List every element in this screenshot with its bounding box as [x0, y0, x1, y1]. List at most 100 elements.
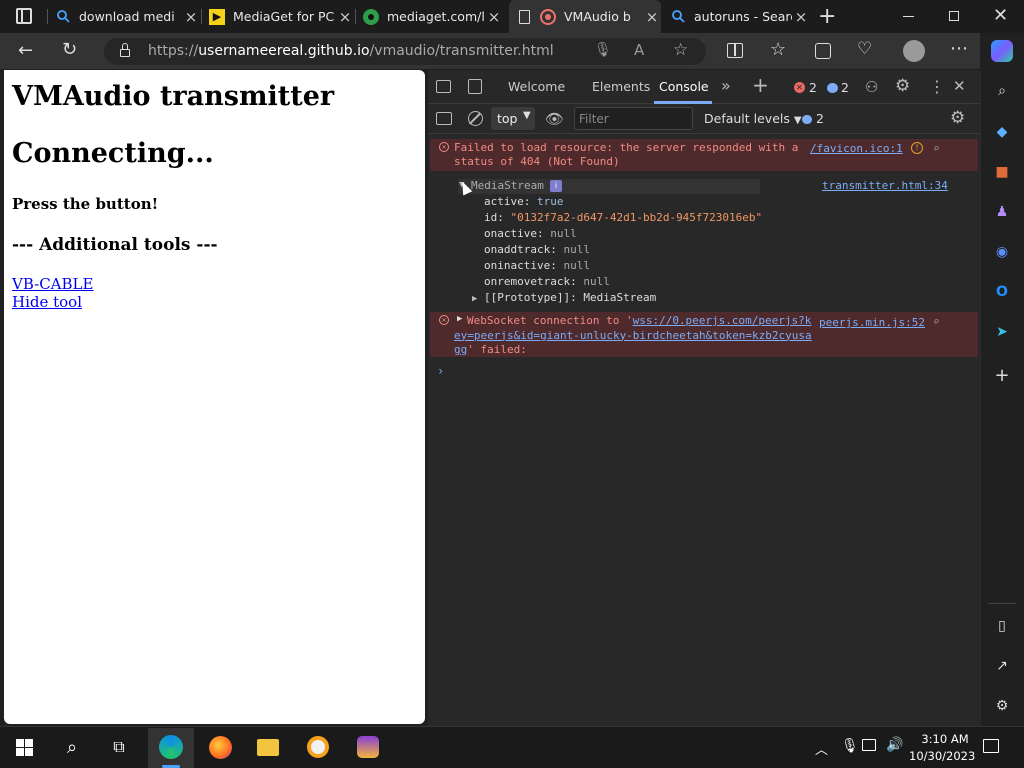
close-icon[interactable]: × — [336, 8, 354, 26]
firefox-icon[interactable] — [206, 733, 234, 761]
search-icon — [670, 9, 686, 25]
console-settings-gear-icon[interactable]: ⚙ — [950, 108, 965, 128]
microphone-icon[interactable]: 🎙 — [594, 42, 612, 58]
tab-console[interactable]: Console — [659, 79, 709, 94]
connected-icon[interactable]: ⚇ — [865, 78, 878, 96]
microsoft365-icon[interactable]: ◉ — [991, 241, 1013, 263]
tab-vmaudio[interactable]: VMAudio b × — [509, 0, 661, 33]
windows-start-icon[interactable] — [10, 733, 38, 761]
message-count-icon[interactable] — [827, 83, 838, 93]
favicon-source-link[interactable]: /favicon.ico:1 — [810, 142, 903, 155]
expand-arrow-icon[interactable]: ▶ — [472, 294, 477, 304]
new-tab-icon[interactable]: + — [818, 4, 836, 29]
prop-oninactive: oninactive: null — [484, 259, 590, 272]
close-icon[interactable]: × — [643, 8, 661, 26]
restore-icon[interactable] — [949, 11, 959, 21]
tab-actions-icon[interactable] — [16, 8, 32, 24]
vb-cable-link[interactable]: VB-CABLE — [12, 275, 93, 293]
tab-elements[interactable]: Elements — [592, 79, 650, 94]
tab-mediaget-com[interactable]: mediaget.com/l × — [363, 0, 503, 33]
app-icon[interactable] — [354, 733, 382, 761]
error-count-icon[interactable]: ✕ — [794, 82, 805, 93]
url-text[interactable]: https://usernameereal.github.io/vmaudio/… — [148, 43, 554, 59]
tab-mediaget-pc[interactable]: ▶ MediaGet for PC × — [209, 0, 354, 33]
clear-console-icon[interactable] — [468, 111, 483, 126]
close-icon[interactable]: × — [792, 8, 810, 26]
eye-icon[interactable]: 👁 — [545, 110, 564, 128]
peerjs-source-link[interactable]: peerjs.min.js:52 — [819, 316, 925, 329]
context-select[interactable]: top ▼ — [491, 107, 535, 130]
tab-autoruns[interactable]: autoruns - Searc × — [670, 0, 810, 33]
tab-download-media[interactable]: download medi × — [55, 0, 200, 33]
games-icon[interactable]: ♟ — [991, 201, 1013, 223]
search-icon[interactable]: ⌕ — [58, 733, 86, 761]
minimize-icon[interactable] — [903, 16, 914, 17]
copilot-icon[interactable] — [991, 40, 1013, 62]
transmitter-source-link[interactable]: transmitter.html:34 — [822, 179, 948, 192]
page-viewport: VMAudio transmitter Connecting... Press … — [4, 70, 425, 724]
edge-icon[interactable] — [157, 733, 185, 761]
file-explorer-icon[interactable] — [254, 733, 282, 761]
back-icon[interactable]: ← — [18, 40, 33, 61]
read-aloud-icon[interactable]: A — [634, 41, 644, 59]
favorites-icon[interactable]: ☆ — [770, 39, 786, 60]
split-screen-icon[interactable] — [727, 43, 743, 58]
open-external-icon[interactable]: ↗ — [991, 655, 1013, 677]
brave-icon[interactable] — [304, 733, 332, 761]
console-prompt[interactable]: › — [437, 364, 444, 378]
connection-status: Connecting... — [12, 138, 214, 169]
device-emulation-icon[interactable] — [468, 79, 482, 94]
add-sidebar-app-icon[interactable]: + — [991, 364, 1013, 386]
search-icon[interactable]: ⌕ — [991, 80, 1013, 102]
profile-avatar[interactable] — [903, 40, 925, 62]
close-icon[interactable]: × — [182, 8, 200, 26]
drop-icon[interactable]: ➤ — [991, 321, 1013, 343]
filter-input[interactable]: Filter — [574, 107, 693, 130]
hide-sidebar-icon[interactable]: ▯ — [991, 615, 1013, 637]
console-toolbar: top ▼ 👁 Filter Default levels ▼ 2 ⚙ — [428, 104, 980, 134]
notifications-icon[interactable] — [983, 739, 999, 753]
outlook-icon[interactable]: O — [991, 281, 1013, 303]
issues-icon[interactable] — [802, 115, 812, 124]
info-icon[interactable]: ! — [911, 142, 923, 154]
search-icon[interactable]: ⌕ — [933, 315, 940, 328]
favorite-star-icon[interactable]: ☆ — [673, 40, 688, 60]
page-icon — [519, 9, 530, 24]
microphone-icon[interactable]: 🎙 — [841, 738, 859, 754]
add-tool-icon[interactable]: + — [752, 73, 769, 97]
tab-separator — [201, 9, 202, 24]
network-icon[interactable] — [862, 739, 876, 751]
inspect-icon[interactable] — [436, 80, 451, 93]
refresh-icon[interactable]: ↻ — [62, 39, 77, 60]
prop-prototype[interactable]: ▶ [[Prototype]]: MediaStream — [472, 291, 656, 304]
address-bar[interactable]: https://usernameereal.github.io/vmaudio/… — [104, 38, 706, 65]
chevron-down-icon: ▼ — [793, 115, 802, 126]
sidebar-toggle-icon[interactable] — [436, 112, 452, 125]
console-error-websocket: ✕ ▶ WebSocket connection to 'wss://0.pee… — [430, 312, 978, 357]
collections-icon[interactable] — [815, 43, 831, 59]
clock-date[interactable]: 10/30/2023 — [909, 749, 975, 763]
tab-separator — [355, 9, 356, 24]
performance-icon[interactable]: ♡ — [857, 39, 872, 59]
window-close-icon[interactable]: ✕ — [993, 5, 1008, 26]
more-tabs-icon[interactable]: » — [721, 76, 731, 95]
settings-gear-icon[interactable]: ⚙ — [895, 76, 910, 96]
tab-welcome[interactable]: Welcome — [508, 79, 565, 94]
sidebar-settings-icon[interactable]: ⚙ — [991, 695, 1013, 717]
task-view-icon[interactable]: ⧉ — [105, 733, 133, 761]
devtools-panel: Welcome Elements Console » + ✕ 2 2 ⚇ ⚙ ⋮… — [428, 70, 980, 726]
log-levels-dropdown[interactable]: Default levels ▼ — [704, 111, 802, 126]
devtools-close-icon[interactable]: ✕ — [953, 77, 966, 95]
hide-tool-link[interactable]: Hide tool — [12, 293, 82, 311]
volume-icon[interactable]: 🔊 — [886, 737, 903, 753]
customize-icon[interactable]: ⋮ — [929, 77, 945, 96]
clock-time[interactable]: 3:10 AM — [917, 732, 973, 746]
issues-count: 2 — [816, 111, 824, 126]
devtools-tab-bar: Welcome Elements Console » + ✕ 2 2 ⚇ ⚙ ⋮… — [428, 70, 980, 104]
shopping-icon[interactable]: ◆ — [991, 121, 1013, 143]
search-icon[interactable]: ⌕ — [933, 142, 940, 155]
more-icon[interactable]: ⋯ — [950, 38, 968, 59]
tools-icon[interactable]: ■ — [991, 161, 1013, 183]
show-hidden-icons[interactable]: ︿ — [815, 739, 828, 758]
close-icon[interactable]: × — [485, 8, 503, 26]
